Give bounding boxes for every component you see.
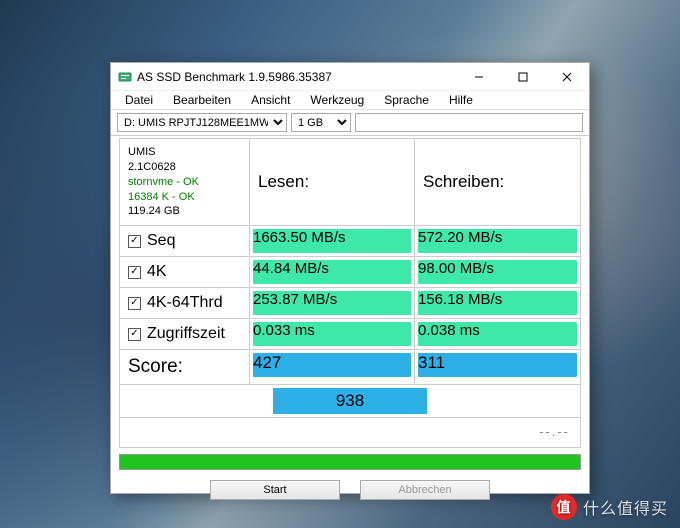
extra-input[interactable] <box>355 113 583 132</box>
seq-read: 1663.50 MB/s <box>253 229 411 253</box>
row-seq-label: ✓Seq <box>120 226 250 257</box>
row-4k-label: ✓4K <box>120 257 250 288</box>
score-label: Score: <box>120 350 250 385</box>
header-write: Schreiben: <box>415 139 580 226</box>
seq-write: 572.20 MB/s <box>418 229 577 253</box>
toolbar: D: UMIS RPJTJ128MEE1MWX 1 GB <box>111 110 589 136</box>
start-button[interactable]: Start <box>210 480 340 500</box>
total-row: 938 <box>120 385 580 418</box>
drive-select[interactable]: D: UMIS RPJTJ128MEE1MWX <box>117 113 287 132</box>
button-row: Start Abbrechen <box>119 476 581 508</box>
abort-button[interactable]: Abbrechen <box>360 480 490 500</box>
app-icon <box>117 69 133 85</box>
menu-help[interactable]: Hilfe <box>439 91 483 109</box>
close-button[interactable] <box>545 63 589 91</box>
menu-language[interactable]: Sprache <box>374 91 439 109</box>
access-checkbox[interactable]: ✓ <box>128 328 141 341</box>
info-firmware: 2.1C0628 <box>128 160 176 175</box>
row-access-label: ✓Zugriffszeit <box>120 319 250 350</box>
4k-read: 44.84 MB/s <box>253 260 411 284</box>
results-grid: UMIS 2.1C0628 stornvme - OK 16384 K - OK… <box>119 138 581 448</box>
4k64-checkbox[interactable]: ✓ <box>128 297 141 310</box>
watermark: 值 什么值得买 <box>551 494 668 520</box>
score-total: 938 <box>273 388 427 414</box>
content-area: UMIS 2.1C0628 stornvme - OK 16384 K - OK… <box>111 136 589 512</box>
access-write: 0.038 ms <box>418 322 577 346</box>
row-4k64-label: ✓4K-64Thrd <box>120 288 250 319</box>
titlebar[interactable]: AS SSD Benchmark 1.9.5986.35387 <box>111 63 589 91</box>
menubar: Datei Bearbeiten Ansicht Werkzeug Sprach… <box>111 91 589 110</box>
drive-info: UMIS 2.1C0628 stornvme - OK 16384 K - OK… <box>120 139 250 226</box>
4k-write: 98.00 MB/s <box>418 260 577 284</box>
status-text: --.-- <box>120 418 580 447</box>
score-read: 427 <box>253 353 411 377</box>
watermark-badge: 值 <box>551 494 577 520</box>
seq-checkbox[interactable]: ✓ <box>128 235 141 248</box>
menu-edit[interactable]: Bearbeiten <box>163 91 241 109</box>
window-title: AS SSD Benchmark 1.9.5986.35387 <box>137 70 457 84</box>
access-read: 0.033 ms <box>253 322 411 346</box>
minimize-button[interactable] <box>457 63 501 91</box>
info-align: 16384 K - OK <box>128 190 195 205</box>
header-read: Lesen: <box>250 139 415 226</box>
menu-file[interactable]: Datei <box>115 91 163 109</box>
4k64-read: 253.87 MB/s <box>253 291 411 315</box>
size-select[interactable]: 1 GB <box>291 113 351 132</box>
menu-tool[interactable]: Werkzeug <box>300 91 374 109</box>
app-window: AS SSD Benchmark 1.9.5986.35387 Datei Be… <box>110 62 590 494</box>
info-capacity: 119.24 GB <box>128 204 180 219</box>
4k-checkbox[interactable]: ✓ <box>128 266 141 279</box>
progress-bar <box>119 454 581 470</box>
score-write: 311 <box>418 353 577 377</box>
maximize-button[interactable] <box>501 63 545 91</box>
info-model: UMIS <box>128 145 156 160</box>
menu-view[interactable]: Ansicht <box>241 91 300 109</box>
info-driver: stornvme - OK <box>128 175 199 190</box>
4k64-write: 156.18 MB/s <box>418 291 577 315</box>
watermark-text: 什么值得买 <box>583 495 668 519</box>
